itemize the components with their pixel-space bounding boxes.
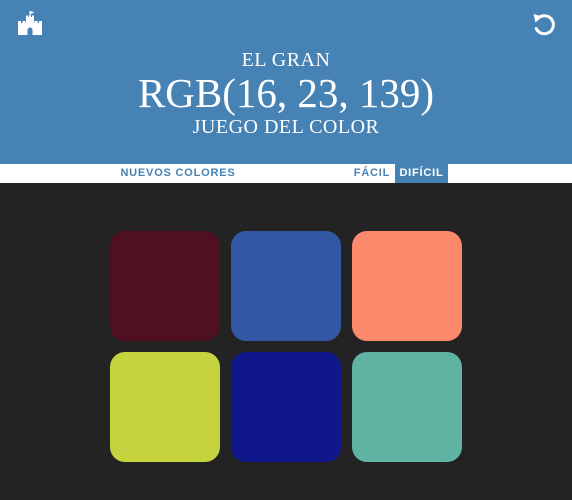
color-square[interactable] <box>231 231 341 341</box>
new-colors-button[interactable]: NUEVOS COLORES <box>120 164 236 183</box>
color-square[interactable] <box>231 352 341 462</box>
color-square[interactable] <box>352 231 462 341</box>
refresh-icon[interactable] <box>530 10 558 38</box>
color-square[interactable] <box>352 352 462 462</box>
game-header: EL GRAN RGB(16, 23, 139) JUEGO DEL COLOR <box>0 0 572 164</box>
easy-mode-button[interactable]: FÁCIL <box>349 164 395 183</box>
rgb-target-display: RGB(16, 23, 139) <box>137 70 435 116</box>
color-square[interactable] <box>110 231 220 341</box>
castle-icon[interactable] <box>17 10 43 36</box>
hard-mode-button[interactable]: DIFÍCIL <box>395 164 448 183</box>
controls-bar: NUEVOS COLORES FÁCIL DIFÍCIL <box>0 164 572 183</box>
castle-icon-graphic <box>18 11 42 35</box>
refresh-icon-graphic <box>533 14 555 36</box>
title-line-bottom: JUEGO DEL COLOR <box>192 116 380 138</box>
color-square[interactable] <box>110 352 220 462</box>
